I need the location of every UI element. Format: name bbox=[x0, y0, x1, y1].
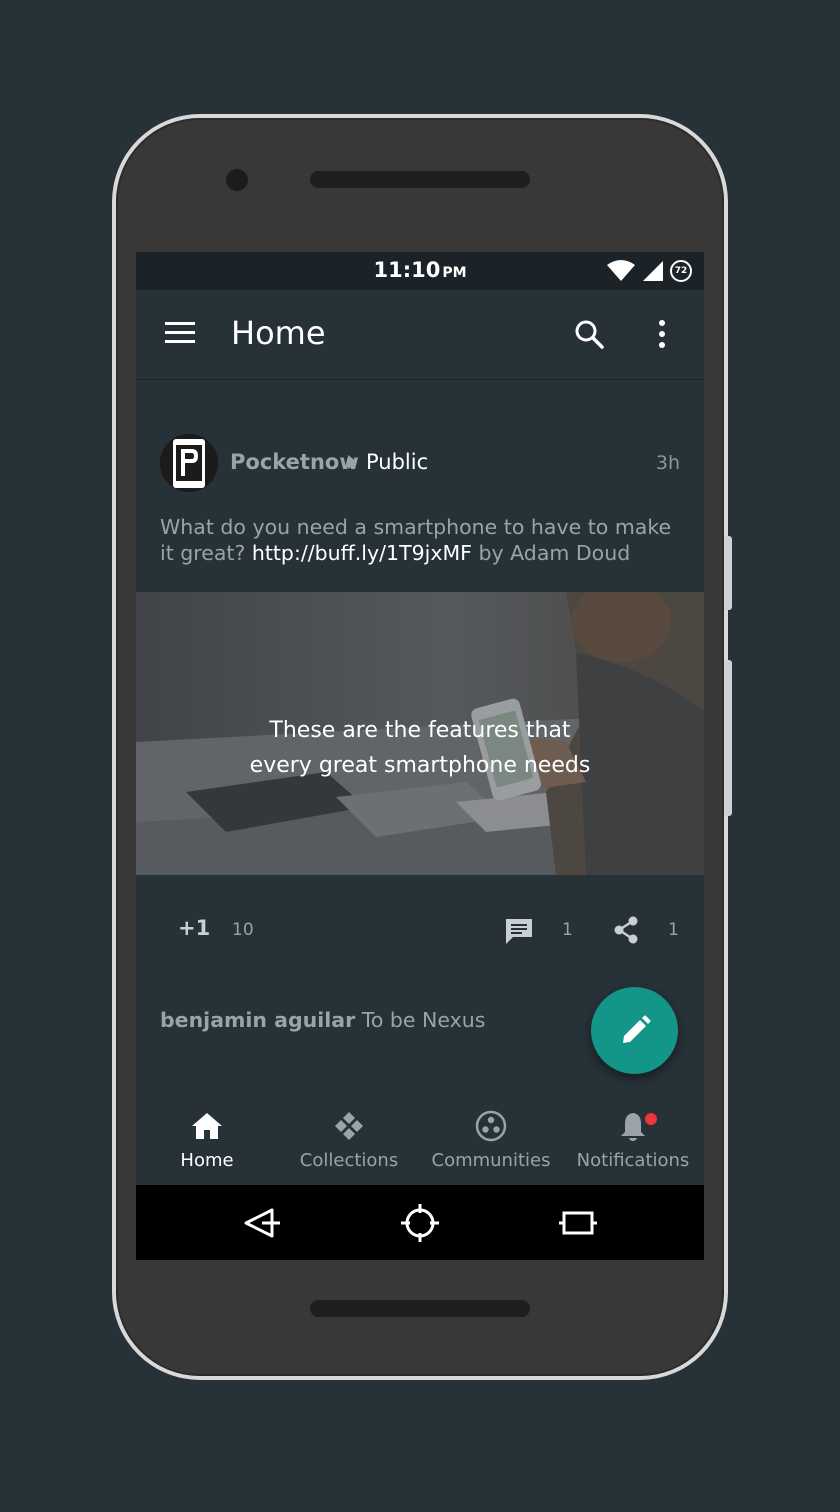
post-header: Pocketnow Public 3h bbox=[160, 434, 680, 492]
bell-icon bbox=[621, 1113, 645, 1141]
home-target-icon[interactable] bbox=[400, 1203, 440, 1243]
nav-label-communities: Communities bbox=[431, 1150, 551, 1171]
plus-one-button[interactable]: +1 bbox=[178, 916, 210, 940]
status-icons: 72 bbox=[606, 259, 692, 283]
menu-icon[interactable] bbox=[164, 320, 196, 346]
post-text-end: by Adam Doud bbox=[471, 541, 631, 565]
audience-arrow-icon bbox=[348, 455, 357, 469]
battery-level: 72 bbox=[674, 266, 688, 276]
home-icon bbox=[192, 1113, 222, 1139]
comment-icon[interactable] bbox=[504, 916, 534, 946]
system-navigation-bar bbox=[136, 1185, 704, 1260]
notification-badge bbox=[645, 1113, 657, 1125]
post-link[interactable]: http://buff.ly/1T9jxMF bbox=[252, 541, 472, 565]
post-body: What do you need a smartphone to have to… bbox=[160, 514, 690, 566]
comment-author: benjamin aguilar bbox=[160, 1008, 356, 1032]
wifi-icon bbox=[607, 260, 635, 281]
nav-label-collections: Collections bbox=[299, 1150, 399, 1171]
bottom-navigation: Home Collections Communities Notificatio… bbox=[136, 1100, 704, 1185]
nav-item-communities[interactable]: Communities bbox=[420, 1100, 562, 1185]
comment-text: To be Nexus bbox=[355, 1008, 486, 1032]
signal-icon bbox=[643, 261, 663, 281]
recents-icon[interactable] bbox=[558, 1203, 598, 1243]
nav-item-collections[interactable]: Collections bbox=[278, 1100, 420, 1185]
back-icon[interactable] bbox=[242, 1203, 282, 1243]
nav-label-home: Home bbox=[180, 1150, 234, 1171]
post-audience: Public bbox=[366, 450, 429, 474]
search-icon[interactable] bbox=[572, 317, 606, 351]
nav-item-home[interactable]: Home bbox=[136, 1100, 278, 1185]
nav-label-notifications: Notifications bbox=[576, 1150, 690, 1171]
communities-icon bbox=[475, 1110, 507, 1142]
share-count: 1 bbox=[668, 920, 679, 940]
media-caption-line-1: These are the features that bbox=[269, 718, 571, 743]
status-bar: 11:10 PM 72 bbox=[136, 252, 704, 290]
volume-button bbox=[724, 536, 732, 610]
battery-icon: 72 bbox=[670, 260, 692, 282]
power-button bbox=[724, 660, 732, 816]
earpiece-speaker bbox=[310, 171, 530, 188]
post-actions: +1 10 1 1 bbox=[136, 902, 704, 958]
media-caption-line-2: every great smartphone needs bbox=[249, 753, 591, 778]
avatar[interactable] bbox=[160, 434, 218, 492]
app-bar: Home bbox=[136, 290, 704, 380]
page-title: Home bbox=[231, 314, 326, 352]
screen: 11:10 PM 72 Home Pocketnow Public 3h Wha… bbox=[136, 252, 704, 1260]
more-vert-icon[interactable] bbox=[652, 317, 672, 351]
clock-time: 11:10 bbox=[373, 258, 441, 282]
share-icon[interactable] bbox=[612, 915, 640, 945]
bottom-speaker bbox=[310, 1300, 530, 1317]
post-author[interactable]: Pocketnow bbox=[230, 450, 359, 474]
comment-preview[interactable]: benjamin aguilar To be Nexus bbox=[160, 1008, 485, 1032]
compose-fab-button[interactable] bbox=[591, 987, 678, 1074]
comment-count: 1 bbox=[562, 920, 573, 940]
post-timestamp: 3h bbox=[655, 452, 680, 474]
edit-pencil-icon bbox=[622, 1015, 650, 1043]
nav-item-notifications[interactable]: Notifications bbox=[562, 1100, 704, 1185]
media-caption: These are the features that every great … bbox=[136, 713, 704, 783]
plus-one-count: 10 bbox=[232, 920, 254, 940]
post-media-image[interactable]: These are the features that every great … bbox=[136, 592, 704, 875]
front-camera bbox=[226, 169, 248, 191]
pocketnow-logo-icon bbox=[160, 434, 218, 492]
collections-icon bbox=[335, 1112, 363, 1140]
clock-ampm: PM bbox=[442, 265, 467, 281]
